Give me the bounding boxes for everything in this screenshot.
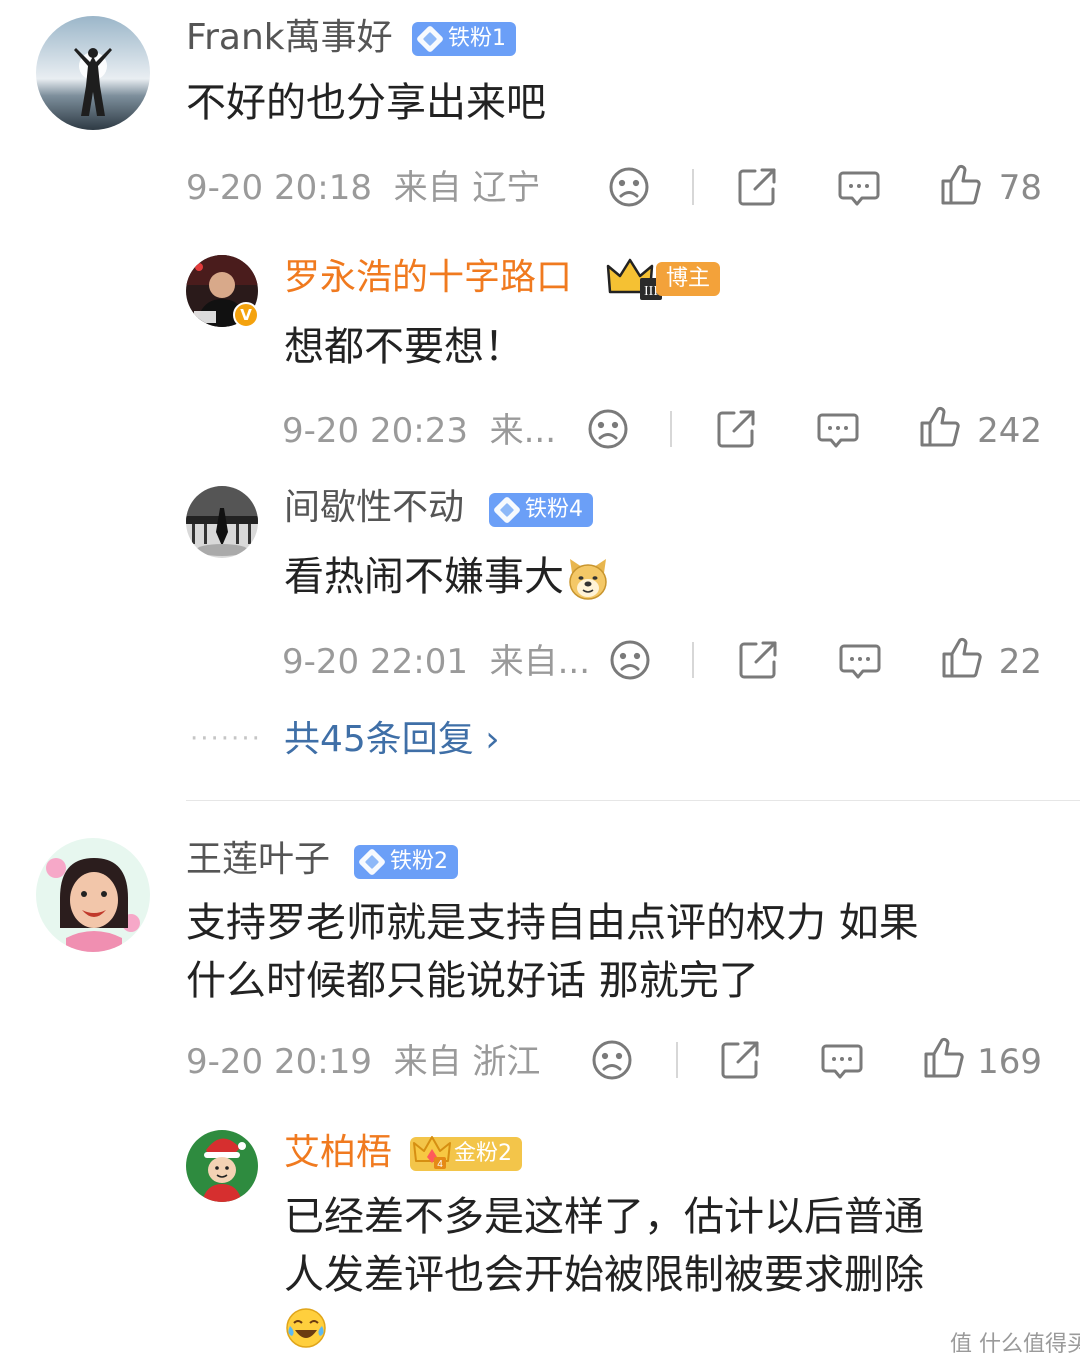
avatar[interactable] [186, 1130, 258, 1202]
timestamp: 9-20 22:01 来自... [282, 642, 591, 682]
doge-emoji [566, 557, 610, 601]
avatar[interactable] [36, 16, 150, 130]
share-icon[interactable] [735, 165, 779, 209]
divider [676, 1042, 678, 1078]
username[interactable]: 王莲叶子 [186, 838, 330, 882]
host-badge: 博主 [656, 262, 721, 296]
dotted-separator: ······· [190, 724, 262, 754]
fan-badge: 铁粉1 [412, 22, 516, 56]
reply-text-line-1: 已经差不多是这样了，估计以后普通 [284, 1194, 924, 1240]
avatar[interactable] [36, 838, 150, 952]
username[interactable]: Frank萬事好 [186, 16, 393, 60]
diamond-icon [415, 24, 445, 54]
timestamp: 9-20 20:19 来自 浙江 [186, 1042, 541, 1082]
sad-face-icon[interactable] [586, 407, 630, 451]
share-icon[interactable] [714, 407, 758, 451]
share-icon[interactable] [718, 1038, 762, 1082]
sad-face-icon[interactable] [608, 638, 652, 682]
like-count: 169 [977, 1042, 1042, 1082]
username[interactable]: 艾柏梧 [284, 1131, 392, 1175]
comment-icon[interactable] [820, 1038, 864, 1082]
view-more-replies-link[interactable]: 共45条回复 › [284, 718, 500, 762]
share-icon[interactable] [736, 638, 780, 682]
comment-text-line-2: 什么时候都只能说好话 那就完了 [186, 958, 759, 1004]
laugh-cry-emoji [284, 1306, 328, 1350]
thumbs-up-icon[interactable] [939, 163, 983, 207]
thumbs-up-icon[interactable] [940, 636, 984, 680]
thumbs-up-icon[interactable] [922, 1036, 966, 1080]
comment-icon[interactable] [838, 638, 882, 682]
fan-badge: 铁粉4 [489, 493, 593, 527]
gold-fan-badge: 4 金粉2 [410, 1136, 522, 1171]
thumbs-up-icon[interactable] [918, 405, 962, 449]
like-count: 242 [977, 411, 1042, 451]
comment-icon[interactable] [837, 165, 881, 209]
username[interactable]: 罗永浩的十字路口 [284, 256, 572, 300]
comment-divider [186, 800, 1080, 801]
like-count: 78 [998, 168, 1042, 208]
diamond-icon [492, 495, 522, 525]
comment-icon[interactable] [816, 407, 860, 451]
comment-text: 不好的也分享出来吧 [186, 80, 546, 126]
sad-face-icon[interactable] [590, 1038, 634, 1082]
reply-text: 看热闹不嫌事大 [284, 548, 610, 606]
reply-text-line-2: 人发差评也会开始被限制被要求删除 [284, 1252, 924, 1298]
fan-badge: 铁粉2 [354, 845, 458, 879]
svg-text:4: 4 [437, 1159, 443, 1170]
username[interactable]: 间歇性不动 [284, 486, 464, 530]
sad-face-icon[interactable] [607, 165, 651, 209]
comment-text-line-1: 支持罗老师就是支持自由点评的权力 如果 [186, 900, 919, 946]
crown-icon: III [606, 256, 662, 300]
crown-icon: 4 [412, 1131, 452, 1171]
diamond-icon [357, 847, 387, 877]
watermark: 值 什么值得买 [950, 1332, 1080, 1357]
verified-icon: V [233, 302, 259, 328]
timestamp: 9-20 20:23 来... [282, 411, 557, 451]
divider [670, 411, 672, 447]
divider [692, 169, 694, 205]
reply-text: 想都不要想！ [284, 324, 524, 370]
like-count: 22 [998, 642, 1042, 682]
timestamp: 9-20 20:18 来自 辽宁 [186, 168, 541, 208]
divider [692, 642, 694, 678]
avatar[interactable] [186, 486, 258, 558]
